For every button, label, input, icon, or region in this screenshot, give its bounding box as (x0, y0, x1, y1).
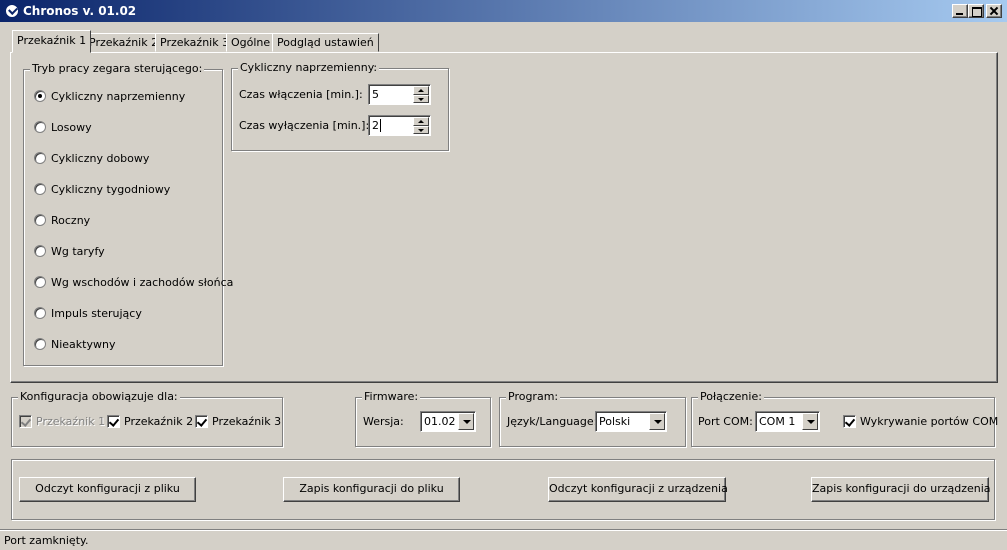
radio-losowy[interactable]: Losowy (34, 120, 92, 136)
maximize-button[interactable] (968, 4, 984, 18)
radio-cykliczny-dobowy[interactable]: Cykliczny dobowy (34, 151, 149, 167)
read-file-button[interactable]: Odczyt konfiguracji z pliku (19, 477, 196, 502)
checkbox-icon[interactable] (107, 414, 120, 428)
text-caret (380, 119, 381, 132)
off-time-label: Czas wyłączenia [min.]: (239, 119, 370, 132)
title-bar: Chronos v. 01.02 (0, 0, 1007, 22)
tab-przekaznik-1[interactable]: Przekaźnik 1 (12, 30, 92, 53)
checkbox-przekaznik-3[interactable]: Przekaźnik 3 (195, 414, 281, 430)
checkbox-przekaznik-1[interactable]: Przekaźnik 1 (19, 414, 105, 430)
version-select[interactable]: 01.02 (420, 411, 476, 432)
checkbox-icon[interactable] (19, 414, 32, 428)
radio-wg-taryfy[interactable]: Wg taryfy (34, 244, 105, 260)
radio-icon[interactable] (34, 121, 46, 133)
mode-group-label: Tryb pracy zegara sterującego: (30, 62, 205, 76)
actions-panel: Odczyt konfiguracji z pliku Zapis konfig… (11, 459, 995, 520)
radio-icon[interactable] (34, 183, 46, 195)
read-device-button[interactable]: Odczyt konfiguracji z urządzenia (548, 477, 728, 502)
on-time-value: 5 (372, 88, 379, 101)
tab-przekaznik-2[interactable]: Przekaźnik 2 (84, 33, 164, 52)
language-label: Język/Language: (507, 415, 598, 428)
mode-group: Tryb pracy zegara sterującego: Cykliczny… (23, 62, 233, 366)
radio-icon[interactable] (34, 214, 46, 226)
app-icon (5, 4, 19, 18)
config-group-label: Konfiguracja obowiązuje dla: (18, 390, 180, 404)
version-label: Wersja: (363, 415, 404, 428)
port-label: Port COM: (698, 415, 753, 428)
cyclic-group-label: Cykliczny naprzemienny: (238, 61, 380, 75)
radio-cykliczny-naprzemienny[interactable]: Cykliczny naprzemienny (34, 89, 185, 105)
language-value: Polski (599, 415, 631, 428)
on-time-spinner[interactable]: 5 (368, 84, 431, 105)
program-group: Program: Język/Language: Polski (499, 390, 686, 447)
tab-przekaznik-3[interactable]: Przekaźnik 3 (155, 33, 235, 52)
close-button[interactable] (986, 4, 1002, 18)
radio-icon[interactable] (34, 245, 46, 257)
tab-panel: Tryb pracy zegara sterującego: Cykliczny… (10, 52, 998, 383)
radio-cykliczny-tygodniowy[interactable]: Cykliczny tygodniowy (34, 182, 170, 198)
spin-up-icon[interactable] (413, 117, 429, 126)
radio-icon[interactable] (34, 152, 46, 164)
off-time-value: 2 (372, 119, 379, 132)
checkbox-przekaznik-2[interactable]: Przekaźnik 2 (107, 414, 193, 430)
radio-roczny[interactable]: Roczny (34, 213, 90, 229)
minimize-button[interactable] (952, 4, 968, 18)
firmware-group: Firmware: Wersja: 01.02 (355, 390, 491, 447)
program-group-label: Program: (506, 390, 561, 404)
cyclic-group: Cykliczny naprzemienny: Czas włączenia [… (231, 61, 449, 151)
spin-up-icon[interactable] (413, 86, 429, 95)
checkbox-detect-ports[interactable]: Wykrywanie portów COM (843, 414, 998, 430)
radio-impuls-sterujacy[interactable]: Impuls sterujący (34, 306, 142, 322)
radio-icon[interactable] (34, 90, 46, 102)
language-select[interactable]: Polski (595, 411, 667, 432)
chevron-down-icon[interactable] (649, 413, 665, 430)
port-select[interactable]: COM 1 (755, 411, 820, 432)
connection-group-label: Połączenie: (698, 390, 764, 404)
config-group: Konfiguracja obowiązuje dla: Przekaźnik … (11, 390, 283, 447)
radio-nieaktywny[interactable]: Nieaktywny (34, 337, 115, 353)
checkbox-icon[interactable] (195, 414, 208, 428)
radio-icon[interactable] (34, 307, 46, 319)
window-title: Chronos v. 01.02 (23, 4, 137, 18)
port-value: COM 1 (759, 415, 796, 428)
radio-icon[interactable] (34, 276, 46, 288)
spin-down-icon[interactable] (413, 126, 429, 134)
radio-icon[interactable] (34, 338, 46, 350)
status-bar: Port zamknięty. (0, 529, 1007, 550)
save-device-button[interactable]: Zapis konfiguracji do urządzenia (811, 477, 991, 502)
chevron-down-icon[interactable] (802, 413, 818, 430)
status-text: Port zamknięty. (4, 534, 89, 547)
chevron-down-icon[interactable] (458, 413, 474, 430)
spin-down-icon[interactable] (413, 95, 429, 103)
connection-group: Połączenie: Port COM: COM 1 Wykrywanie p… (691, 390, 998, 447)
firmware-group-label: Firmware: (362, 390, 421, 404)
off-time-spinner[interactable]: 2 (368, 115, 431, 136)
save-file-button[interactable]: Zapis konfiguracji do pliku (283, 477, 460, 502)
checkbox-icon[interactable] (843, 414, 856, 428)
radio-wg-wschodow[interactable]: Wg wschodów i zachodów słońca (34, 275, 233, 291)
tab-ogolne[interactable]: Ogólne (226, 33, 276, 52)
tab-podglad-ustawien[interactable]: Podgląd ustawień (272, 33, 379, 52)
version-value: 01.02 (424, 415, 456, 428)
on-time-label: Czas włączenia [min.]: (239, 88, 363, 101)
